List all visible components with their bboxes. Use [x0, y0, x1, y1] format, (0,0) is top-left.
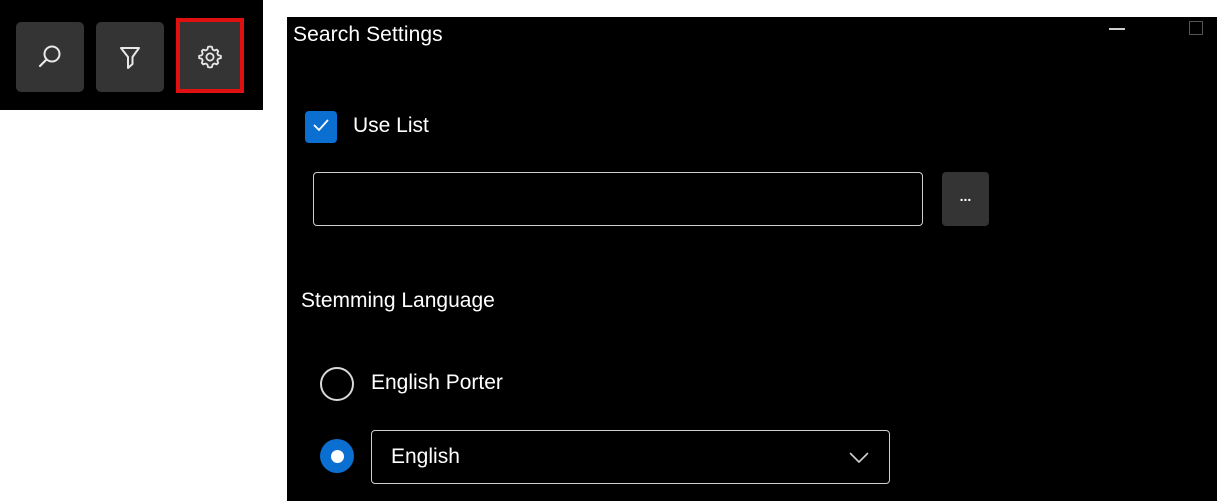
- filter-icon: [116, 42, 144, 72]
- radio-english-porter-label[interactable]: English Porter: [371, 371, 503, 395]
- search-button[interactable]: [16, 22, 84, 92]
- settings-button[interactable]: [176, 22, 244, 92]
- gear-icon: [196, 43, 224, 71]
- toolbar: [0, 0, 263, 110]
- radio-language-dropdown[interactable]: [320, 439, 354, 473]
- maximize-button[interactable]: [1189, 21, 1203, 35]
- list-path-input[interactable]: [313, 172, 923, 226]
- search-icon: [35, 42, 65, 72]
- radio-english-porter[interactable]: [320, 367, 354, 401]
- chevron-down-icon: [849, 451, 869, 469]
- use-list-label[interactable]: Use List: [353, 114, 429, 138]
- radio-selected-dot: [330, 449, 344, 463]
- language-dropdown[interactable]: English: [371, 430, 890, 484]
- stemming-language-label: Stemming Language: [301, 289, 495, 312]
- browse-button[interactable]: ...: [942, 172, 989, 226]
- use-list-checkbox[interactable]: [305, 111, 337, 143]
- panel-title: Search Settings: [293, 23, 443, 46]
- minimize-button[interactable]: [1107, 19, 1127, 39]
- filter-button[interactable]: [96, 22, 164, 92]
- checkmark-icon: [311, 115, 331, 140]
- search-settings-panel: Search Settings Use List ... Stemming La…: [287, 17, 1217, 501]
- language-dropdown-value: English: [391, 445, 460, 468]
